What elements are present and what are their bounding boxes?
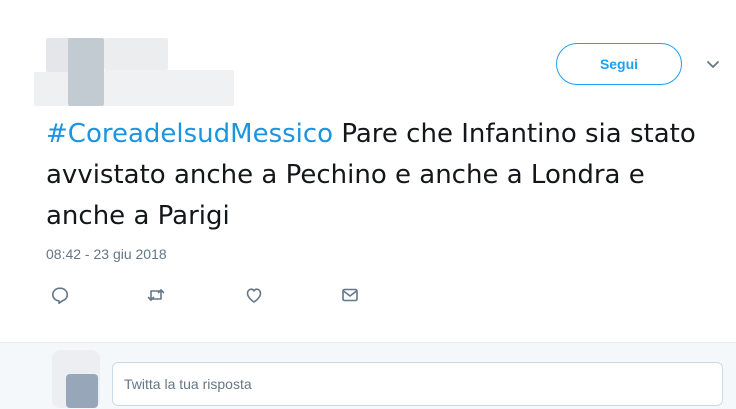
- author-avatar-blurred[interactable]: [34, 38, 238, 106]
- hashtag-link[interactable]: #CoreadelsudMessico: [46, 119, 333, 149]
- tweet-text: #CoreadelsudMessico Pare che Infantino s…: [46, 114, 716, 237]
- reply-avatar-blurred: [52, 350, 100, 408]
- envelope-icon[interactable]: [340, 285, 362, 307]
- reply-icon[interactable]: [50, 285, 72, 307]
- tweet-timestamp[interactable]: 08:42 - 23 giu 2018: [46, 246, 167, 262]
- reply-input[interactable]: Twitta la tua risposta: [112, 362, 723, 406]
- heart-icon[interactable]: [244, 285, 266, 307]
- tweet-actions: [0, 285, 736, 307]
- retweet-icon[interactable]: [146, 285, 168, 307]
- follow-button[interactable]: Segui: [556, 43, 682, 85]
- chevron-down-icon[interactable]: [704, 56, 722, 74]
